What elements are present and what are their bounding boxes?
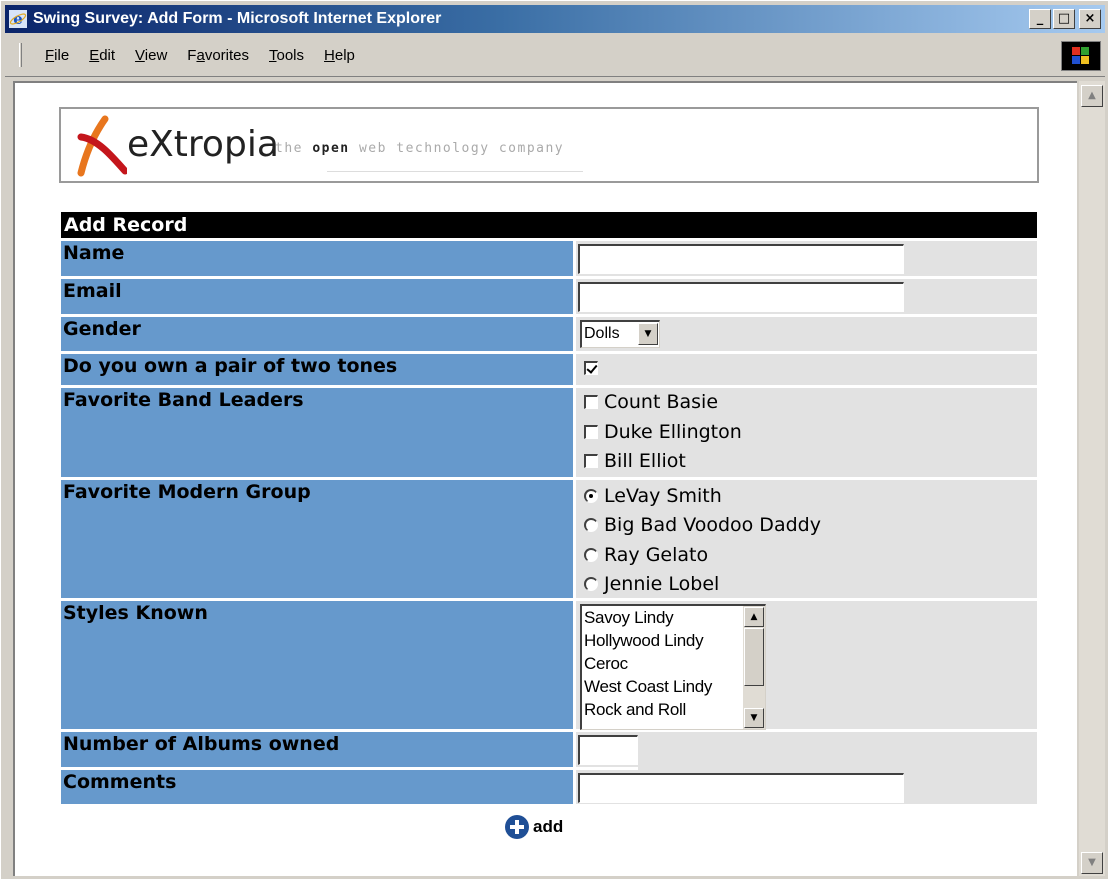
list-item[interactable]: West Coast Lindy (582, 675, 765, 698)
menu-favorites[interactable]: Favorites (177, 35, 259, 77)
scroll-down-icon[interactable]: ▼ (1081, 852, 1103, 874)
row-comments: Comments (61, 767, 1037, 804)
menu-tools[interactable]: Tools (259, 35, 314, 77)
modern-group-option: Ray Gelato (584, 543, 708, 567)
add-button-label[interactable]: add (533, 817, 563, 837)
styles-listbox[interactable]: Savoy Lindy Hollywood Lindy Ceroc West C… (580, 604, 766, 730)
modern-group-cell: LeVay Smith Big Bad Voodoo Daddy Ray Gel… (576, 480, 1037, 598)
windows-logo-icon (1061, 41, 1101, 71)
row-modern-group: Favorite Modern Group LeVay Smith Big Ba… (61, 477, 1037, 598)
menu-edit[interactable]: Edit (79, 35, 125, 77)
page-scrollbar[interactable]: ▲ ▼ (1079, 81, 1105, 876)
row-band-leaders: Favorite Band Leaders Count Basie Duke E… (61, 385, 1037, 477)
gender-cell: Dolls ▼ (576, 317, 1037, 351)
styles-cell: Savoy Lindy Hollywood Lindy Ceroc West C… (576, 601, 1037, 730)
window-controls: _ □ × (1029, 9, 1101, 29)
close-button[interactable]: × (1079, 9, 1101, 29)
row-albums: Number of Albums owned (61, 729, 1037, 770)
site-banner: eXtropia the open web technology company (59, 107, 1039, 183)
menu-help[interactable]: Help (314, 35, 365, 77)
brand-tagline: the open web technology company (275, 141, 565, 156)
comments-cell (576, 770, 1037, 804)
maximize-button[interactable]: □ (1053, 9, 1075, 29)
email-cell (576, 279, 1037, 314)
form-header: Add Record (61, 212, 1037, 238)
menu-list: File Edit View Favorites Tools Help (35, 35, 365, 77)
levay-smith-radio[interactable] (584, 489, 598, 503)
gender-label: Gender (61, 317, 573, 351)
window-title: Swing Survey: Add Form - Microsoft Inter… (33, 10, 442, 27)
two-tones-label: Do you own a pair of two tones (61, 354, 573, 385)
two-tones-option (584, 356, 604, 380)
toolbar-grip[interactable] (19, 43, 22, 67)
add-button[interactable]: add (505, 815, 563, 839)
albums-label: Number of Albums owned (61, 732, 573, 767)
albums-cell-fill (638, 732, 1037, 770)
duke-ellington-checkbox[interactable] (584, 425, 598, 439)
page-viewport: eXtropia the open web technology company… (13, 81, 1077, 876)
row-two-tones: Do you own a pair of two tones (61, 351, 1037, 385)
name-label: Name (61, 241, 573, 276)
big-bad-voodoo-daddy-radio[interactable] (584, 518, 598, 532)
listbox-scrollbar[interactable]: ▲ ▼ (743, 606, 765, 729)
title-bar[interactable]: e Swing Survey: Add Form - Microsoft Int… (5, 5, 1105, 33)
modern-group-option: Big Bad Voodoo Daddy (584, 513, 821, 537)
band-leader-option: Count Basie (584, 390, 718, 414)
two-tones-checkbox[interactable] (584, 361, 598, 375)
modern-group-option: Jennie Lobel (584, 572, 719, 596)
menu-view[interactable]: View (125, 35, 177, 77)
brand-name: eXtropia (127, 124, 279, 165)
tagline-rule (327, 171, 583, 172)
gender-selected-value: Dolls (584, 325, 620, 342)
band-leaders-cell: Count Basie Duke Ellington Bill Elliot (576, 388, 1037, 477)
bill-elliot-checkbox[interactable] (584, 454, 598, 468)
email-input[interactable] (578, 282, 904, 312)
comments-input[interactable] (578, 773, 904, 803)
scroll-up-icon[interactable]: ▲ (1081, 85, 1103, 107)
row-name: Name (61, 238, 1037, 276)
albums-input[interactable] (578, 735, 638, 765)
scroll-up-icon[interactable]: ▲ (744, 607, 764, 627)
row-gender: Gender Dolls ▼ (61, 314, 1037, 351)
list-item[interactable]: Savoy Lindy (582, 606, 765, 629)
styles-label: Styles Known (61, 601, 573, 729)
email-label: Email (61, 279, 573, 314)
band-leader-option: Bill Elliot (584, 449, 686, 473)
scrollbar-thumb[interactable] (744, 628, 764, 686)
name-cell (576, 241, 1037, 276)
plus-circle-icon[interactable] (505, 815, 529, 839)
row-email: Email (61, 276, 1037, 314)
svg-text:e: e (13, 10, 23, 28)
modern-group-option: LeVay Smith (584, 484, 722, 508)
add-record-form: Add Record Name Email Gender Dolls ▼ Do … (61, 212, 1037, 804)
band-leaders-label: Favorite Band Leaders (61, 388, 573, 477)
extropia-x-logo-icon (77, 115, 127, 177)
band-leader-option: Duke Ellington (584, 420, 742, 444)
list-item[interactable]: Ceroc (582, 652, 765, 675)
albums-cell (576, 732, 1037, 770)
row-styles: Styles Known Savoy Lindy Hollywood Lindy… (61, 598, 1037, 730)
list-item[interactable]: Hollywood Lindy (582, 629, 765, 652)
comments-label: Comments (61, 770, 573, 804)
jennie-lobel-radio[interactable] (584, 577, 598, 591)
count-basie-checkbox[interactable] (584, 395, 598, 409)
chevron-down-icon[interactable]: ▼ (638, 323, 658, 345)
name-input[interactable] (578, 244, 904, 274)
minimize-button[interactable]: _ (1029, 9, 1051, 29)
browser-window: e Swing Survey: Add Form - Microsoft Int… (0, 0, 1108, 879)
scroll-down-icon[interactable]: ▼ (744, 708, 764, 728)
ray-gelato-radio[interactable] (584, 548, 598, 562)
menu-bar: File Edit View Favorites Tools Help (5, 35, 1105, 77)
gender-select[interactable]: Dolls ▼ (580, 320, 660, 348)
list-item[interactable]: Rock and Roll (582, 698, 765, 721)
internet-explorer-icon: e (9, 10, 27, 28)
modern-group-label: Favorite Modern Group (61, 480, 573, 598)
two-tones-cell (576, 354, 1037, 385)
menu-file[interactable]: File (35, 35, 79, 77)
